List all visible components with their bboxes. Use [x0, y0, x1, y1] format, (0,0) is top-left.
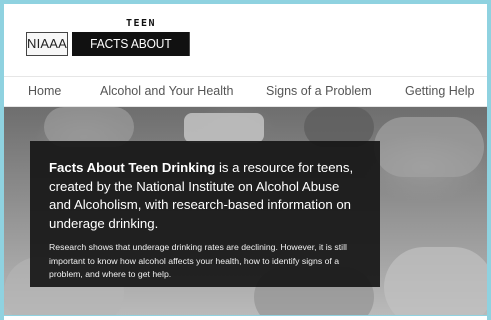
site-logo[interactable]: NIAAA FACTS ABOUT DRINKING TEEN: [26, 18, 206, 75]
nav-item-getting-help[interactable]: Getting Help: [405, 84, 474, 98]
hero-photo-shape: [384, 247, 487, 320]
logo-title: FACTS ABOUT DRINKING: [72, 32, 190, 75]
content-divider: [4, 315, 487, 320]
logo-teen: TEEN: [126, 18, 157, 29]
hero-text-panel: Facts About Teen Drinking is a resource …: [30, 141, 380, 287]
hero-lead-text: Facts About Teen Drinking is a resource …: [49, 159, 362, 233]
hero-lead-bold: Facts About Teen Drinking: [49, 160, 216, 175]
nav-item-alcohol-and-your-health[interactable]: Alcohol and Your Health: [100, 84, 233, 98]
main-nav: Home Alcohol and Your Health Signs of a …: [4, 76, 487, 107]
hero-body-text: Research shows that underage drinking ra…: [49, 242, 347, 279]
hero-photo-shape: [374, 117, 484, 177]
site-header: NIAAA FACTS ABOUT DRINKING TEEN: [4, 4, 487, 76]
hero-photo-shape: [184, 113, 264, 143]
nav-item-home[interactable]: Home: [28, 84, 61, 98]
nav-item-signs-of-a-problem[interactable]: Signs of a Problem: [266, 84, 372, 98]
page-frame: NIAAA FACTS ABOUT DRINKING TEEN Home Alc…: [0, 0, 491, 320]
logo-niaaa: NIAAA: [26, 32, 68, 56]
